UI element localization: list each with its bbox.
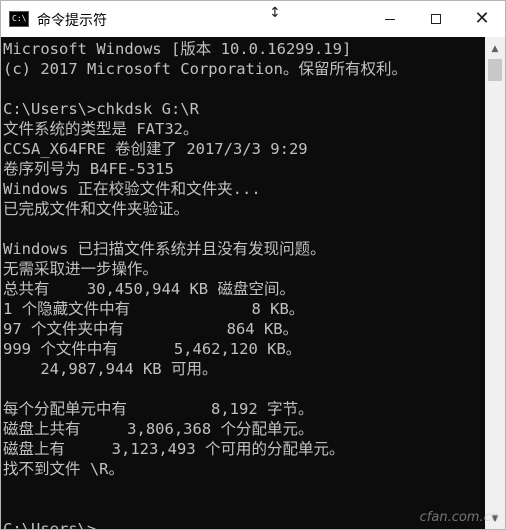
close-icon: ✕ [474,8,490,29]
vertical-scrollbar[interactable]: ▲ ▼ [485,37,505,529]
window-title: 命令提示符 [37,13,107,29]
console-line: 1 个隐藏文件中有 8 KB。 [3,300,305,318]
cmd-window: C:\ 命令提示符 ↕ ✕ Microsoft Windows [版本 10.0… [0,0,506,530]
console-line: 97 个文件夹中有 864 KB。 [3,320,299,338]
console-line: CCSA_X64FRE 卷创建了 2017/3/3 9:29 [3,140,308,158]
console-lines: Microsoft Windows [版本 10.0.16299.19] (c)… [3,39,407,530]
maximize-icon [431,14,441,24]
console-line: 磁盘上有 3,123,493 个可用的分配单元。 [3,440,345,458]
console-output[interactable]: Microsoft Windows [版本 10.0.16299.19] (c)… [1,37,485,530]
scrollbar-thumb[interactable] [488,59,502,81]
console-line: 已完成文件和文件夹验证。 [3,200,190,218]
console-line: Windows 已扫描文件系统并且没有发现问题。 [3,240,326,258]
minimize-button[interactable] [367,1,413,37]
scroll-up-arrow-icon[interactable]: ▲ [485,39,505,59]
console-line: (c) 2017 Microsoft Corporation。保留所有权利。 [3,60,407,78]
close-button[interactable]: ✕ [459,1,505,37]
resize-cursor-icon: ↕ [269,5,281,21]
console-line: 文件系统的类型是 FAT32。 [3,120,199,138]
watermark: cfan.com.cn [419,510,499,525]
command-prompt[interactable]: C:\Users\> [3,519,407,530]
console-line: Microsoft Windows [版本 10.0.16299.19] [3,40,352,58]
console-line: 无需采取进一步操作。 [3,260,159,278]
console-line: 找不到文件 \R。 [3,460,124,478]
console-line: 24,987,944 KB 可用。 [3,360,218,378]
console-line: Windows 正在校验文件和文件夹... [3,180,261,198]
console-line: 999 个文件中有 5,462,120 KB。 [3,340,302,358]
minimize-icon [385,18,395,20]
console-line: 卷序列号为 B4FE-5315 [3,160,174,178]
cmd-app-icon[interactable]: C:\ [9,11,29,27]
prompt-text: C:\Users\> [3,520,97,530]
console-line: C:\Users\>chkdsk G:\R [3,100,199,118]
console-line: 磁盘上共有 3,806,368 个分配单元。 [3,420,314,438]
maximize-button[interactable] [413,1,459,37]
console-line: 每个分配单元中有 8,192 字节。 [3,400,314,418]
title-bar[interactable]: C:\ 命令提示符 ↕ ✕ [1,1,505,37]
console-line: 总共有 30,450,944 KB 磁盘空间。 [3,280,295,298]
